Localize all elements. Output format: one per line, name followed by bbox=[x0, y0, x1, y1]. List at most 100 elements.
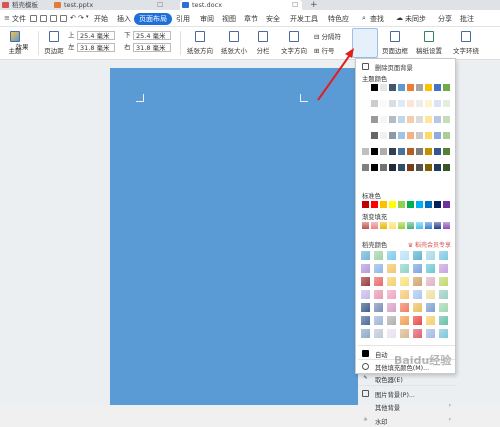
docer-color-swatch[interactable] bbox=[387, 264, 396, 273]
theme-color-swatch[interactable] bbox=[371, 84, 378, 91]
docer-color-swatch[interactable] bbox=[361, 277, 370, 286]
theme-color-swatch[interactable] bbox=[434, 148, 441, 155]
theme-color-swatch[interactable] bbox=[425, 164, 432, 171]
theme-color-swatch[interactable] bbox=[407, 100, 414, 107]
remove-page-background-item[interactable]: 删除页面背景 bbox=[358, 61, 455, 73]
theme-color-swatch[interactable] bbox=[407, 84, 414, 91]
theme-color-swatch[interactable] bbox=[425, 84, 432, 91]
docer-color-swatch[interactable] bbox=[400, 251, 409, 260]
docer-color-swatch[interactable] bbox=[374, 277, 383, 286]
theme-color-swatch[interactable] bbox=[380, 84, 387, 91]
standard-color-swatch[interactable] bbox=[362, 201, 369, 208]
docer-color-swatch[interactable] bbox=[413, 290, 422, 299]
gradient-color-swatch[interactable] bbox=[362, 222, 369, 229]
eyedropper-item[interactable]: ✎ 取色器(E) bbox=[358, 373, 455, 385]
theme-color-swatch[interactable] bbox=[371, 100, 378, 107]
theme-color-swatch[interactable] bbox=[434, 84, 441, 91]
theme-color-swatch[interactable] bbox=[425, 132, 432, 139]
theme-color-swatch[interactable] bbox=[398, 148, 405, 155]
theme-color-swatch[interactable] bbox=[434, 164, 441, 171]
docer-color-swatch[interactable] bbox=[426, 264, 435, 273]
theme-color-swatch[interactable] bbox=[380, 148, 387, 155]
standard-color-swatch[interactable] bbox=[398, 201, 405, 208]
standard-color-swatch[interactable] bbox=[443, 201, 450, 208]
theme-color-swatch[interactable] bbox=[443, 100, 450, 107]
docer-color-swatch[interactable] bbox=[439, 277, 448, 286]
theme-color-swatch[interactable] bbox=[380, 100, 387, 107]
theme-color-swatch[interactable] bbox=[398, 84, 405, 91]
docer-color-swatch[interactable] bbox=[374, 316, 383, 325]
theme-color-swatch[interactable] bbox=[416, 116, 423, 123]
standard-color-swatch[interactable] bbox=[389, 201, 396, 208]
docer-color-swatch[interactable] bbox=[413, 303, 422, 312]
gradient-color-swatch[interactable] bbox=[443, 222, 450, 229]
gradient-color-swatch[interactable] bbox=[416, 222, 423, 229]
theme-color-swatch[interactable] bbox=[443, 84, 450, 91]
docer-color-swatch[interactable] bbox=[426, 329, 435, 338]
theme-color-swatch[interactable] bbox=[407, 148, 414, 155]
docer-color-swatch[interactable] bbox=[387, 329, 396, 338]
theme-color-swatch[interactable] bbox=[371, 148, 378, 155]
standard-color-swatch[interactable] bbox=[407, 201, 414, 208]
standard-color-swatch[interactable] bbox=[425, 201, 432, 208]
theme-color-swatch[interactable] bbox=[416, 148, 423, 155]
theme-color-swatch[interactable] bbox=[380, 164, 387, 171]
docer-color-swatch[interactable] bbox=[400, 316, 409, 325]
theme-color-swatch[interactable] bbox=[434, 116, 441, 123]
theme-color-swatch[interactable] bbox=[434, 132, 441, 139]
gradient-color-swatch[interactable] bbox=[389, 222, 396, 229]
theme-color-swatch[interactable] bbox=[425, 100, 432, 107]
theme-color-swatch[interactable] bbox=[398, 100, 405, 107]
theme-color-swatch[interactable] bbox=[416, 164, 423, 171]
docer-color-swatch[interactable] bbox=[426, 277, 435, 286]
docer-color-swatch[interactable] bbox=[426, 303, 435, 312]
theme-color-swatch[interactable] bbox=[443, 164, 450, 171]
watermark-item[interactable]: ☼ 水印 › bbox=[358, 415, 455, 427]
docer-color-swatch[interactable] bbox=[413, 251, 422, 260]
docer-color-swatch[interactable] bbox=[413, 316, 422, 325]
theme-color-swatch[interactable] bbox=[362, 116, 369, 123]
theme-color-swatch[interactable] bbox=[380, 132, 387, 139]
theme-color-swatch[interactable] bbox=[371, 132, 378, 139]
docer-color-swatch[interactable] bbox=[439, 329, 448, 338]
docer-color-swatch[interactable] bbox=[387, 303, 396, 312]
theme-color-swatch[interactable] bbox=[416, 100, 423, 107]
docer-color-swatch[interactable] bbox=[413, 264, 422, 273]
docer-color-swatch[interactable] bbox=[374, 329, 383, 338]
theme-color-swatch[interactable] bbox=[389, 84, 396, 91]
theme-color-swatch[interactable] bbox=[389, 100, 396, 107]
theme-color-swatch[interactable] bbox=[389, 164, 396, 171]
docer-color-swatch[interactable] bbox=[387, 290, 396, 299]
docer-color-swatch[interactable] bbox=[387, 251, 396, 260]
theme-color-swatch[interactable] bbox=[425, 116, 432, 123]
other-background-item[interactable]: 其他背景 › bbox=[358, 401, 455, 413]
docer-color-swatch[interactable] bbox=[400, 277, 409, 286]
docer-color-swatch[interactable] bbox=[400, 290, 409, 299]
docer-color-swatch[interactable] bbox=[426, 316, 435, 325]
theme-color-swatch[interactable] bbox=[416, 84, 423, 91]
docer-color-swatch[interactable] bbox=[400, 264, 409, 273]
gradient-color-swatch[interactable] bbox=[434, 222, 441, 229]
theme-color-swatch[interactable] bbox=[389, 148, 396, 155]
docer-color-swatch[interactable] bbox=[439, 290, 448, 299]
gradient-color-swatch[interactable] bbox=[425, 222, 432, 229]
gradient-color-swatch[interactable] bbox=[398, 222, 405, 229]
theme-color-swatch[interactable] bbox=[380, 116, 387, 123]
docer-color-swatch[interactable] bbox=[400, 329, 409, 338]
docer-color-swatch[interactable] bbox=[426, 251, 435, 260]
docer-color-swatch[interactable] bbox=[387, 316, 396, 325]
theme-color-swatch[interactable] bbox=[362, 84, 369, 91]
standard-color-swatch[interactable] bbox=[434, 201, 441, 208]
theme-color-swatch[interactable] bbox=[425, 148, 432, 155]
theme-color-swatch[interactable] bbox=[407, 132, 414, 139]
theme-color-swatch[interactable] bbox=[362, 164, 369, 171]
theme-color-swatch[interactable] bbox=[389, 132, 396, 139]
theme-color-swatch[interactable] bbox=[398, 116, 405, 123]
theme-color-swatch[interactable] bbox=[362, 132, 369, 139]
theme-color-swatch[interactable] bbox=[371, 164, 378, 171]
docer-color-swatch[interactable] bbox=[374, 303, 383, 312]
theme-color-swatch[interactable] bbox=[398, 164, 405, 171]
docer-color-swatch[interactable] bbox=[439, 303, 448, 312]
docer-color-swatch[interactable] bbox=[387, 277, 396, 286]
gradient-color-swatch[interactable] bbox=[371, 222, 378, 229]
